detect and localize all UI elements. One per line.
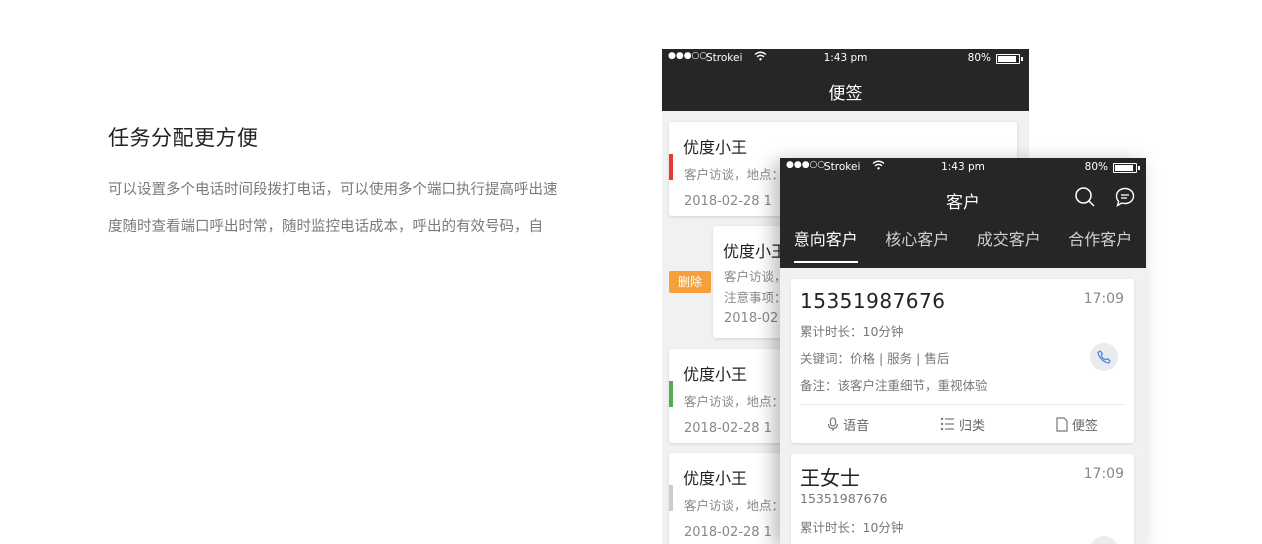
priority-marker (669, 381, 673, 407)
notes-title: 便签 (828, 84, 863, 104)
note-date: 2018-02-28 1 (684, 194, 772, 209)
customer-phone: 15351987676 (800, 289, 946, 313)
list-icon (940, 417, 954, 431)
note-title: 优度小王 (723, 242, 788, 261)
customer-phone: 15351987676 (800, 491, 888, 506)
tab-core-customers[interactable]: 核心客户 (872, 220, 964, 268)
note-label: 便签 (1071, 418, 1098, 434)
customers-phone-mockup: ●●●○○ Strokei 1:43 pm 80% 客户 意向客户 核心客户 成… (780, 158, 1146, 544)
customer-remark: 备注：该客户注重细节，重视体验 (800, 378, 988, 393)
category-button[interactable]: 归类 (905, 405, 1019, 443)
note-caution: 注意事项： (724, 290, 787, 305)
customer-name: 王女士 (800, 466, 860, 490)
call-time: 17:09 (1083, 466, 1124, 482)
category-label: 归类 (958, 418, 985, 434)
call-time: 17:09 (1083, 291, 1124, 307)
call-duration: 累计时长：10分钟 (800, 324, 904, 339)
customers-navbar: 客户 (780, 176, 1146, 220)
note-button[interactable]: 便签 (1020, 405, 1134, 443)
note-description: 客户访谈，地点： (684, 167, 785, 182)
search-icon[interactable] (1074, 186, 1096, 208)
customer-tabs: 意向客户 核心客户 成交客户 合作客户 (780, 220, 1146, 268)
card-actions: 语音 归类 便签 (791, 405, 1134, 443)
status-bar: ●●●○○ Strokei 1:43 pm 80% (662, 49, 1029, 67)
section-description: 可以设置多个电话时间段拨打电话，可以使用多个端口执行提高呼出速度随时查看端口呼出… (108, 182, 558, 235)
priority-marker (669, 154, 673, 180)
note-title: 优度小王 (683, 365, 748, 384)
delete-button[interactable]: 删除 (669, 271, 711, 293)
voice-button[interactable]: 语音 (791, 405, 905, 443)
notes-navbar: 便签 (662, 67, 1029, 111)
customer-keywords: 关键词：价格 | 服务 | 售后 (800, 351, 950, 366)
battery-icon (996, 54, 1023, 64)
status-bar: ●●●○○ Strokei 1:43 pm 80% (780, 158, 1146, 176)
chat-icon[interactable] (1114, 186, 1136, 208)
microphone-icon (828, 416, 839, 431)
note-icon (1056, 416, 1068, 432)
note-date: 2018-02-28 1 (684, 421, 772, 436)
note-description: 客户访谈，地点： (684, 394, 785, 409)
call-duration: 累计时长：10分钟 (800, 520, 904, 535)
customer-card[interactable]: 王女士 17:09 15351987676 累计时长：10分钟 (791, 454, 1134, 544)
battery-percent: 80% (1084, 161, 1108, 173)
battery-percent: 80% (967, 52, 991, 64)
section-heading: 任务分配更方便 (108, 126, 259, 150)
note-description: 客户访谈， (724, 269, 787, 284)
note-date: 2018-02-28 1 (684, 525, 772, 540)
note-date: 2018-02 (724, 311, 779, 326)
battery-icon (1113, 163, 1140, 173)
priority-marker (669, 485, 673, 511)
tab-intent-customers[interactable]: 意向客户 (780, 220, 872, 268)
note-description: 客户访谈，地点： (684, 498, 785, 513)
tab-deal-customers[interactable]: 成交客户 (963, 220, 1055, 268)
customer-card[interactable]: 15351987676 17:09 累计时长：10分钟 关键词：价格 | 服务 … (791, 279, 1134, 443)
phone-icon[interactable] (1090, 536, 1118, 544)
note-title: 优度小王 (683, 469, 748, 488)
phone-icon[interactable] (1090, 343, 1118, 371)
tab-partner-customers[interactable]: 合作客户 (1055, 220, 1147, 268)
voice-label: 语音 (843, 418, 870, 434)
note-title: 优度小王 (683, 138, 748, 157)
